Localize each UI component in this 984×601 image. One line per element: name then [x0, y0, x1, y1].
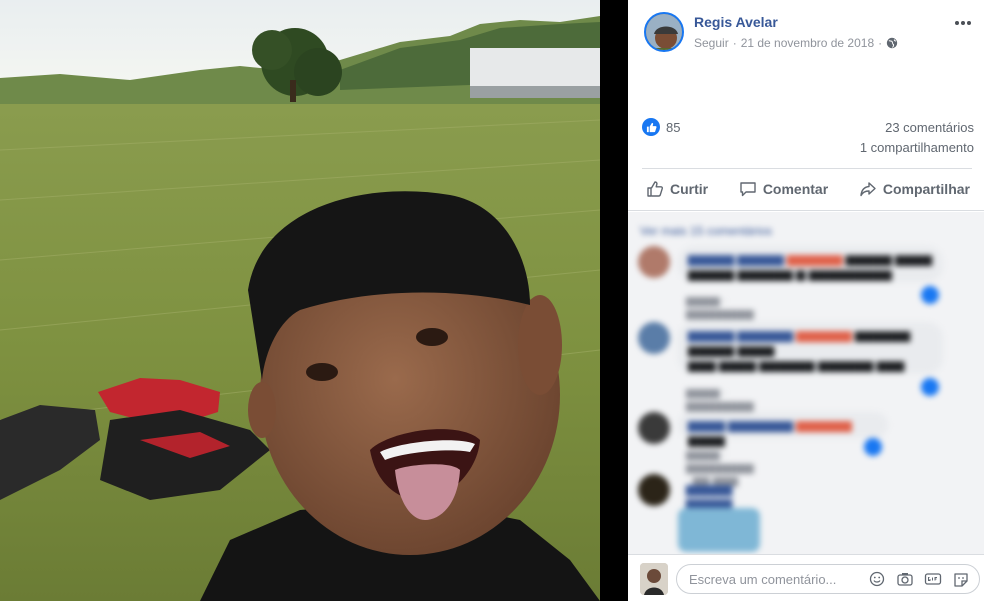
post-photo[interactable] [0, 0, 600, 601]
like-button[interactable]: Curtir [642, 180, 712, 198]
more-horizontal-icon [955, 21, 971, 25]
follow-link[interactable]: Seguir [694, 36, 729, 50]
comment-button[interactable]: Comentar [735, 180, 832, 198]
gif-icon[interactable] [924, 571, 942, 587]
globe-icon [886, 37, 898, 49]
post-date[interactable]: 21 de novembro de 2018 [741, 36, 874, 50]
post-meta: Seguir · 21 de novembro de 2018 · [694, 36, 898, 50]
comment-avatar[interactable] [638, 246, 670, 278]
comment-bubble: ▆▆▆▆ ▆▆▆▆▆▆▆ ▆▆▆▆▆▆ ▆▆▆▆ [678, 412, 888, 447]
photo-scene [0, 0, 600, 601]
composer-icons [868, 571, 970, 587]
more-options-button[interactable] [954, 10, 972, 31]
stats-divider [642, 168, 972, 169]
share-button[interactable]: Compartilhar [855, 180, 974, 198]
like-label: Curtir [670, 181, 709, 197]
comment-bubble: ▆▆▆▆▆ ▆▆▆▆▆▆ ▆▆▆▆▆▆ ▆▆▆▆▆▆ ▆▆▆▆▆ ▆▆▆▆ ▆▆▆ … [678, 322, 943, 374]
camera-icon[interactable] [896, 571, 914, 587]
actions-divider [628, 210, 984, 211]
comment-reaction-icon [921, 378, 939, 396]
avatar-image [646, 14, 682, 50]
comments-section: Ver mais 15 comentários ▆▆▆▆▆ ▆▆▆▆▆ ▆▆▆▆… [628, 212, 984, 554]
comment-bubble: ▆▆▆▆▆ ▆▆▆▆▆ ▆▆▆▆▆▆ ▆▆▆▆▆ ▆▆▆▆ ▆▆▆▆▆ ▆▆▆▆▆… [678, 246, 943, 282]
like-reaction-icon[interactable] [642, 118, 660, 136]
meta-separator: · [732, 36, 737, 50]
comment-avatar[interactable] [638, 474, 670, 506]
facebook-photo-viewer: Regis Avelar Seguir · 21 de novembro de … [0, 0, 984, 601]
comment-reaction-icon [921, 286, 939, 304]
thumbs-up-icon [647, 181, 664, 197]
shares-count[interactable]: 1 compartilhamento [860, 140, 974, 155]
like-count[interactable]: 85 [666, 120, 680, 135]
comment-icon [740, 182, 756, 197]
photo-divider [600, 0, 628, 601]
post-actions: Curtir Comentar Compartilhar [642, 172, 974, 206]
meta-separator-2: · [878, 36, 883, 50]
comment-sticker [678, 508, 760, 552]
emoji-icon[interactable] [868, 571, 886, 587]
comment-reaction-icon [864, 438, 882, 456]
comment-avatar[interactable] [638, 412, 670, 444]
sticker-icon[interactable] [952, 571, 970, 587]
comment-composer [628, 554, 984, 601]
current-user-avatar [640, 563, 668, 595]
post-stats: 85 23 comentários 1 compartilhamento [642, 118, 974, 164]
share-label: Compartilhar [882, 181, 970, 197]
author-avatar[interactable] [644, 12, 684, 52]
comments-count[interactable]: 23 comentários [885, 120, 974, 135]
comment-avatar[interactable] [638, 322, 670, 354]
author-name[interactable]: Regis Avelar [694, 14, 778, 30]
comment-label: Comentar [762, 181, 829, 197]
post-side-panel: Regis Avelar Seguir · 21 de novembro de … [628, 0, 984, 601]
share-icon [860, 182, 876, 197]
view-more-comments-link[interactable]: Ver mais 15 comentários [640, 224, 772, 238]
